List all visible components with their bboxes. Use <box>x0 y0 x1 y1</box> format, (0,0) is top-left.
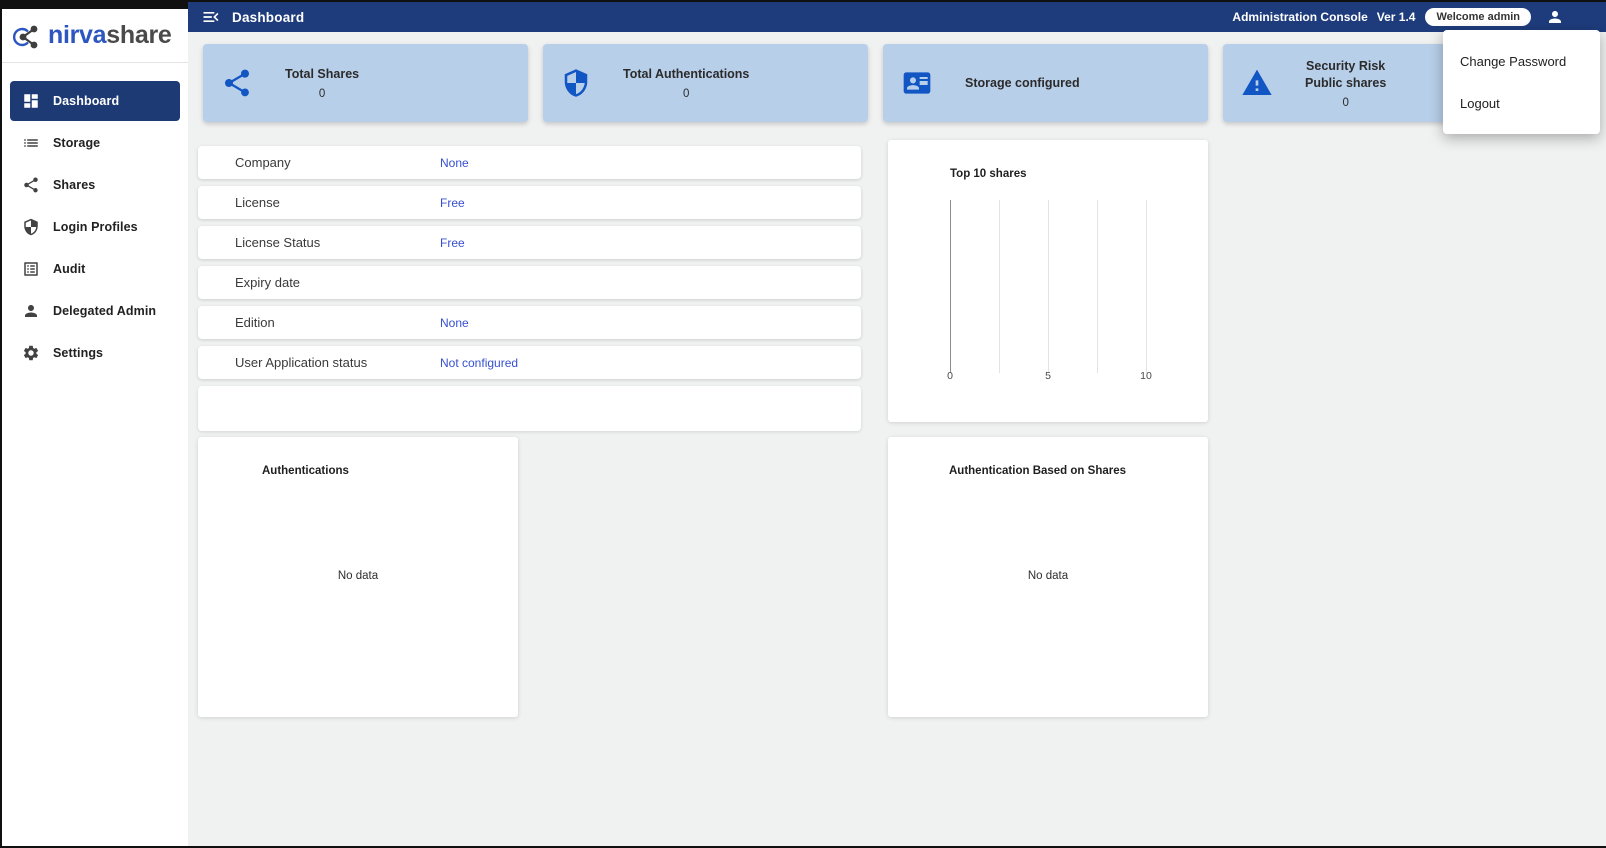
top-shares-chart-panel: Top 10 shares 0510 <box>888 140 1208 422</box>
info-label: Expiry date <box>235 275 440 290</box>
sidebar: nirvashare Dashboard Storage Shares Logi… <box>2 9 188 846</box>
user-account-icon[interactable] <box>1546 8 1564 26</box>
menu-item-change-password[interactable]: Change Password <box>1443 40 1600 82</box>
info-value-link[interactable]: Free <box>440 236 465 250</box>
chart-tick-label: 5 <box>1036 370 1060 382</box>
topbar-right: Administration Console Ver 1.4 Welcome a… <box>1232 8 1564 26</box>
audit-icon <box>22 260 40 278</box>
info-label: Company <box>235 155 440 170</box>
settings-icon <box>22 344 40 362</box>
top-shares-plot: 0 5 10 <box>888 140 1208 422</box>
sidebar-item-label: Delegated Admin <box>53 304 156 318</box>
version-label: Ver 1.4 <box>1377 10 1416 24</box>
sidebar-header: nirvashare <box>2 9 188 63</box>
sidebar-item-label: Dashboard <box>53 94 119 108</box>
brand-word-primary: nirva <box>48 21 106 49</box>
sidebar-nav: Dashboard Storage Shares Login Profiles … <box>2 63 188 373</box>
info-value-link[interactable]: Free <box>440 196 465 210</box>
storage-card-icon <box>901 67 933 99</box>
no-data-text: No data <box>888 570 1208 582</box>
main-content: Total Shares 0 Total Authentications 0 S… <box>188 32 1606 846</box>
sidebar-item-label: Storage <box>53 136 100 150</box>
sidebar-item-settings[interactable]: Settings <box>10 333 180 373</box>
info-row-license: License Free <box>198 186 861 219</box>
info-label: Edition <box>235 315 440 330</box>
sidebar-item-storage[interactable]: Storage <box>10 123 180 163</box>
user-dropdown-menu: Change Password Logout <box>1443 30 1600 134</box>
info-row-license-status: License Status Free <box>198 226 861 259</box>
chart-gridline <box>1048 200 1049 373</box>
no-data-text: No data <box>198 570 518 582</box>
sidebar-item-dashboard[interactable]: Dashboard <box>10 81 180 121</box>
brand-word-secondary: share <box>106 21 171 49</box>
storage-icon <box>22 134 40 152</box>
share-icon <box>221 67 253 99</box>
info-panel-footer <box>198 386 861 431</box>
shield-icon <box>561 68 591 98</box>
menu-open-icon[interactable] <box>201 7 221 27</box>
panel-title: Authentications <box>262 465 349 477</box>
sidebar-item-shares[interactable]: Shares <box>10 165 180 205</box>
chart-gridline <box>1097 200 1098 373</box>
page-title: Dashboard <box>232 10 304 25</box>
stat-title: Security Risk <box>1305 58 1386 75</box>
stat-card-total-shares: Total Shares 0 <box>203 44 528 122</box>
delegated-admin-icon <box>22 302 40 320</box>
info-row-edition: Edition None <box>198 306 861 339</box>
authentications-panel: Authentications No data <box>198 437 518 717</box>
info-value-link[interactable]: Not configured <box>440 356 518 370</box>
chart-tick-label: 10 <box>1134 370 1158 382</box>
stat-title: Total Authentications <box>623 66 749 83</box>
console-label: Administration Console <box>1232 10 1367 24</box>
info-row-user-application-status: User Application status Not configured <box>198 346 861 379</box>
info-label: License <box>235 195 440 210</box>
sidebar-item-login-profiles[interactable]: Login Profiles <box>10 207 180 247</box>
info-value-link[interactable]: None <box>440 316 469 330</box>
sidebar-item-label: Shares <box>53 178 95 192</box>
welcome-admin-badge[interactable]: Welcome admin <box>1425 8 1531 26</box>
sidebar-item-label: Login Profiles <box>53 220 138 234</box>
info-row-expiry-date: Expiry date <box>198 266 861 299</box>
stat-title: Storage configured <box>965 75 1080 92</box>
sidebar-item-label: Settings <box>53 346 103 360</box>
brand-wordmark: nirvashare <box>48 23 171 48</box>
info-label: User Application status <box>235 355 440 370</box>
panel-title: Authentication Based on Shares <box>949 465 1126 477</box>
sidebar-item-audit[interactable]: Audit <box>10 249 180 289</box>
info-label: License Status <box>235 235 440 250</box>
nirvashare-logo-icon <box>13 21 43 51</box>
dashboard-icon <box>22 92 40 110</box>
stat-value: 0 <box>285 88 359 100</box>
stat-subtitle: Public shares <box>1305 75 1386 92</box>
topbar: Dashboard Administration Console Ver 1.4… <box>188 2 1606 32</box>
chart-gridline <box>1146 200 1147 373</box>
sidebar-item-delegated-admin[interactable]: Delegated Admin <box>10 291 180 331</box>
stat-value: 0 <box>623 88 749 100</box>
warning-icon <box>1241 67 1273 99</box>
auth-based-on-shares-panel: Authentication Based on Shares No data <box>888 437 1208 717</box>
info-value-link[interactable]: None <box>440 156 469 170</box>
stat-title: Total Shares <box>285 66 359 83</box>
chart-tick-label: 0 <box>938 370 962 382</box>
login-profiles-icon <box>22 218 40 236</box>
stat-card-total-authentications: Total Authentications 0 <box>543 44 868 122</box>
stat-value: 0 <box>1305 97 1386 109</box>
chart-gridline <box>999 200 1000 373</box>
shares-icon <box>22 176 40 194</box>
info-row-company: Company None <box>198 146 861 179</box>
menu-item-logout[interactable]: Logout <box>1443 82 1600 124</box>
sidebar-item-label: Audit <box>53 262 85 276</box>
stat-card-storage-configured: Storage configured <box>883 44 1208 122</box>
brand-logo: nirvashare <box>13 21 171 51</box>
chart-gridline <box>950 200 951 373</box>
